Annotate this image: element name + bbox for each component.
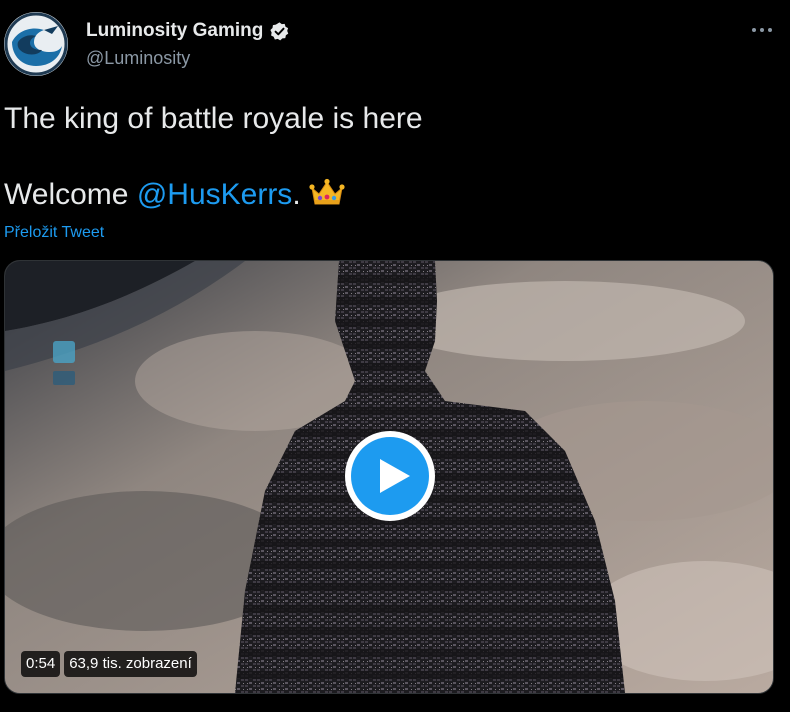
more-options-button[interactable] [742, 16, 782, 44]
more-dot-icon [768, 28, 772, 32]
mention-link[interactable]: @HusKerrs [137, 178, 292, 211]
play-icon [380, 459, 410, 493]
more-dot-icon [752, 28, 756, 32]
play-button[interactable] [345, 431, 435, 521]
period-text: . [292, 178, 301, 211]
author-name-row: Luminosity Gaming [86, 20, 290, 42]
author-handle[interactable]: @Luminosity [86, 48, 190, 69]
more-dot-icon [760, 28, 764, 32]
video-info-overlay: 0:54 63,9 tis. zobrazení [21, 651, 197, 677]
welcome-text: Welcome [4, 178, 137, 211]
avatar[interactable] [4, 12, 68, 76]
translate-tweet-link[interactable]: Přeložit Tweet [4, 224, 104, 242]
video-duration: 0:54 [21, 651, 61, 677]
luminosity-logo-icon [4, 12, 68, 76]
tweet-line-1: The king of battle royale is here [4, 102, 423, 135]
tweet-line-2: Welcome @HusKerrs. [4, 176, 423, 214]
video-player[interactable]: 0:54 63,9 tis. zobrazení [4, 260, 774, 694]
view-count: 63,9 tis. zobrazení [64, 651, 197, 677]
tweet[interactable]: Luminosity Gaming @Luminosity The king o… [0, 0, 790, 712]
display-name[interactable]: Luminosity Gaming [86, 20, 263, 42]
crown-icon [309, 178, 345, 208]
tweet-text: The king of battle royale is here Welcom… [4, 100, 423, 214]
verified-badge-icon [269, 21, 290, 42]
